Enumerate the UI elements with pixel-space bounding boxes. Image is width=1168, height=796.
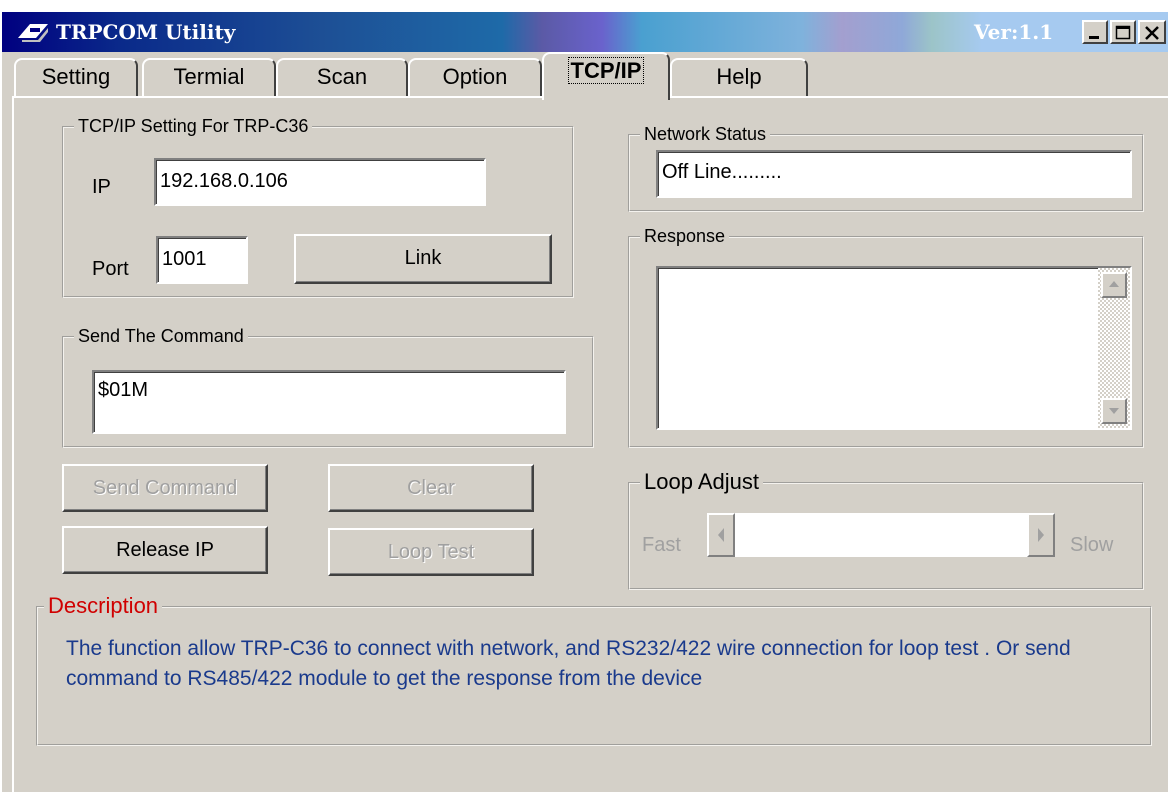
network-status-field: Off Line......... [656, 150, 1132, 198]
slider-right-button[interactable] [1027, 513, 1055, 557]
tab-tcpip[interactable]: TCP/IP [542, 52, 670, 100]
response-scrollbar[interactable] [1098, 268, 1130, 428]
minimize-button[interactable] [1082, 20, 1108, 44]
command-input[interactable]: $01M [92, 370, 566, 434]
tab-termial[interactable]: Termial [142, 58, 276, 96]
clear-button[interactable]: Clear [328, 464, 534, 512]
tab-label: Option [442, 64, 508, 89]
version-label: Ver:1.1 [974, 20, 1054, 44]
response-legend: Response [640, 225, 730, 247]
release-ip-button[interactable]: Release IP [62, 526, 268, 574]
arrow-up-icon [1109, 281, 1119, 287]
tab-label: Help [716, 64, 762, 89]
maximize-button[interactable] [1110, 20, 1136, 44]
fast-label: Fast [642, 534, 681, 556]
scroll-up-button[interactable] [1101, 272, 1127, 298]
arrow-down-icon [1109, 408, 1119, 414]
arrow-left-icon [718, 528, 724, 542]
network-status-legend: Network Status [640, 123, 771, 145]
link-button[interactable]: Link [294, 234, 552, 284]
close-button[interactable] [1138, 20, 1166, 44]
loop-speed-slider[interactable] [706, 512, 1056, 558]
tab-label: TCP/IP [567, 57, 645, 84]
tab-option[interactable]: Option [408, 58, 542, 96]
loop-adjust-legend: Loop Adjust [640, 471, 763, 493]
port-label: Port [92, 258, 129, 280]
minimize-icon [1089, 36, 1099, 39]
window-title: TRPCOM Utility [56, 20, 236, 44]
description-legend: Description [44, 595, 163, 617]
title-bar[interactable]: TRPCOM Utility Ver:1.1 [2, 0, 1168, 52]
tab-setting[interactable]: Setting [14, 58, 138, 96]
scroll-down-button[interactable] [1101, 398, 1127, 424]
description-text: The function allow TRP-C36 to connect wi… [66, 637, 1071, 690]
ip-label: IP [92, 176, 111, 198]
tab-scan[interactable]: Scan [276, 58, 408, 96]
ip-input[interactable]: 192.168.0.106 [154, 158, 486, 206]
response-textarea[interactable] [656, 266, 1132, 430]
slider-left-button[interactable] [707, 513, 735, 557]
send-command-legend: Send The Command [74, 325, 248, 347]
app-window: TRPCOM Utility Ver:1.1 Setting Termial S… [0, 0, 1168, 796]
tab-help[interactable]: Help [670, 58, 808, 96]
loop-test-button[interactable]: Loop Test [328, 528, 534, 576]
tab-label: Termial [173, 64, 245, 89]
slow-label: Slow [1070, 534, 1114, 556]
maximize-icon [1115, 25, 1131, 40]
tab-label: Setting [41, 64, 111, 89]
send-command-button[interactable]: Send Command [62, 464, 268, 512]
tcpip-setting-legend: TCP/IP Setting For TRP-C36 [74, 115, 313, 137]
close-icon [1145, 26, 1159, 40]
port-input[interactable]: 1001 [156, 236, 248, 284]
tab-label: Scan [316, 64, 368, 89]
arrow-right-icon [1038, 528, 1044, 542]
app-logo-icon [18, 24, 48, 42]
